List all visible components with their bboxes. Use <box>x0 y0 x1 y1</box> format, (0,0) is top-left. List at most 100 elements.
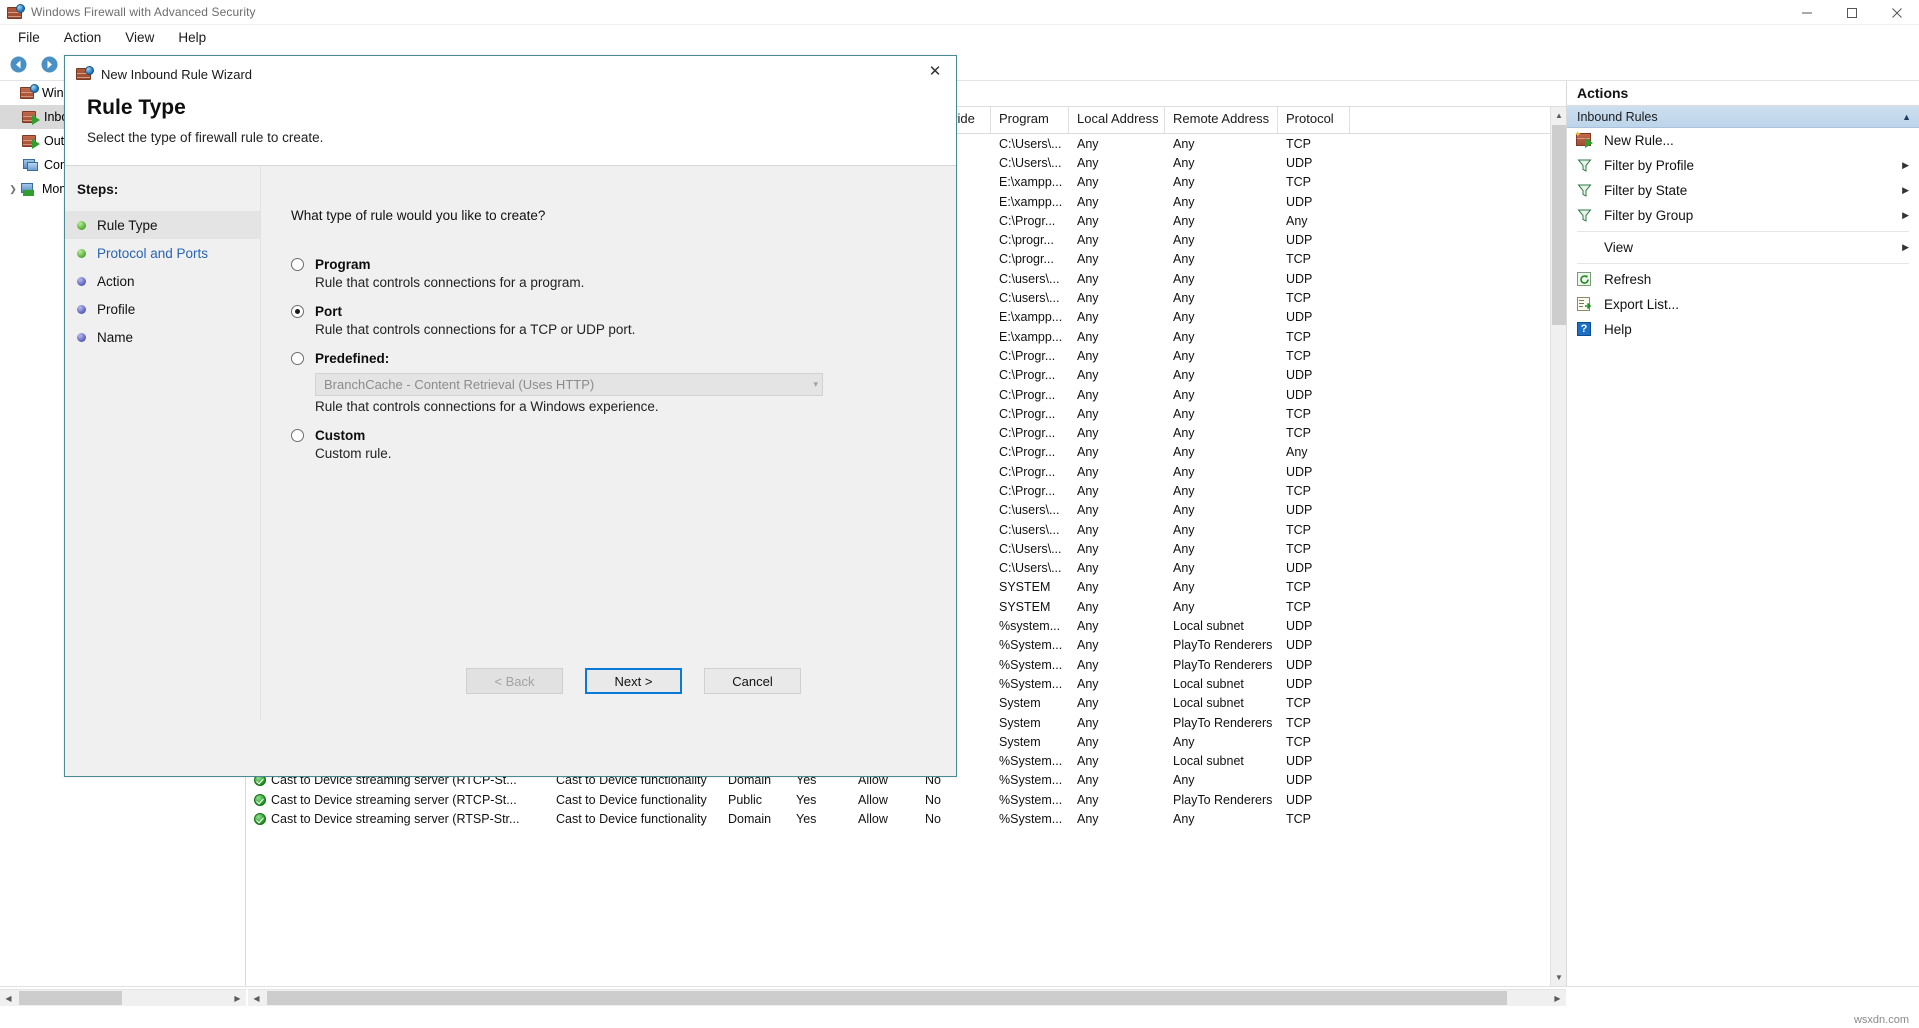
scroll-left-button[interactable]: ◀ <box>248 990 265 1007</box>
cell-program: C:\Progr... <box>991 349 1069 363</box>
column-header-remote-address[interactable]: Remote Address <box>1165 107 1278 133</box>
column-header-local-address[interactable]: Local Address <box>1069 107 1165 133</box>
scroll-up-button[interactable]: ▲ <box>1551 107 1566 124</box>
connection-security-icon <box>22 157 39 173</box>
step-label[interactable]: Protocol and Ports <box>97 246 208 261</box>
cell-remote: PlayTo Renderers <box>1165 716 1278 730</box>
cell-remote: Any <box>1165 156 1278 170</box>
cell-program: %system... <box>991 619 1069 633</box>
cell-protocol: Any <box>1278 445 1350 459</box>
radio-port[interactable] <box>291 305 304 318</box>
table-row[interactable]: Cast to Device streaming server (RTCP-St… <box>246 790 1566 809</box>
wizard-step-action[interactable]: Action <box>65 267 260 295</box>
minimize-button[interactable] <box>1784 0 1829 25</box>
action-label: Help <box>1604 322 1909 337</box>
cell-local: Any <box>1069 716 1165 730</box>
action-label: Filter by State <box>1604 183 1902 198</box>
cell-remote: PlayTo Renderers <box>1165 638 1278 652</box>
window-controls <box>1784 0 1919 25</box>
help-icon: ? <box>1575 321 1597 338</box>
option-description: Rule that controls connections for a Win… <box>315 399 956 414</box>
dialog-close-button[interactable]: ✕ <box>914 56 956 86</box>
cell-protocol: TCP <box>1278 716 1350 730</box>
cell-protocol: UDP <box>1278 503 1350 517</box>
cell-remote: Any <box>1165 465 1278 479</box>
actions-group-inbound-rules[interactable]: Inbound Rules ▲ <box>1567 106 1919 128</box>
column-header-protocol[interactable]: Protocol <box>1278 107 1350 133</box>
monitoring-icon <box>20 181 37 197</box>
cell-protocol: UDP <box>1278 773 1350 787</box>
action-filter-by-state[interactable]: Filter by State ▶ <box>1567 178 1919 203</box>
menu-file[interactable]: File <box>6 27 52 48</box>
action-filter-by-group[interactable]: Filter by Group ▶ <box>1567 203 1919 228</box>
cell-local: Any <box>1069 484 1165 498</box>
tree-horizontal-scrollbar[interactable]: ◀ ▶ <box>0 989 246 1006</box>
cancel-button[interactable]: Cancel <box>704 668 801 694</box>
wizard-step-rule-type[interactable]: Rule Type <box>65 211 260 239</box>
actions-divider <box>1577 231 1909 232</box>
table-row[interactable]: Cast to Device streaming server (RTSP-St… <box>246 809 1566 828</box>
forward-arrow-icon[interactable] <box>37 52 62 77</box>
action-refresh[interactable]: Refresh <box>1567 267 1919 292</box>
action-export-list[interactable]: Export List... <box>1567 292 1919 317</box>
collapse-chevron-icon[interactable]: ▲ <box>1902 112 1911 122</box>
rules-vertical-scrollbar[interactable]: ▲ ▼ <box>1550 107 1566 986</box>
cell-program: C:\Users\... <box>991 561 1069 575</box>
option-description: Custom rule. <box>315 446 956 461</box>
menu-help[interactable]: Help <box>166 27 218 48</box>
cell-program: E:\xampp... <box>991 310 1069 324</box>
back-button[interactable]: < Back <box>466 668 563 694</box>
back-arrow-icon[interactable] <box>6 52 31 77</box>
cell-program: C:\Users\... <box>991 156 1069 170</box>
menu-action[interactable]: Action <box>52 27 114 48</box>
submenu-arrow-icon: ▶ <box>1902 242 1909 253</box>
dialog-subheading: Select the type of firewall rule to crea… <box>87 130 934 145</box>
action-filter-by-profile[interactable]: Filter by Profile ▶ <box>1567 153 1919 178</box>
cell-protocol: TCP <box>1278 542 1350 556</box>
chevron-down-icon[interactable]: ▾ <box>813 379 818 390</box>
option-custom[interactable]: Custom Custom rule. <box>291 428 956 461</box>
dialog-title: New Inbound Rule Wizard <box>101 67 252 82</box>
maximize-button[interactable] <box>1829 0 1874 25</box>
cell-program: %System... <box>991 658 1069 672</box>
scroll-down-button[interactable]: ▼ <box>1551 969 1566 986</box>
scroll-track[interactable] <box>17 990 229 1007</box>
scroll-track[interactable] <box>265 990 1549 1007</box>
enabled-check-icon <box>254 794 266 806</box>
wizard-step-name[interactable]: Name <box>65 323 260 351</box>
scroll-right-button[interactable]: ▶ <box>1549 990 1566 1007</box>
action-new-rule[interactable]: ✦ New Rule... <box>1567 128 1919 153</box>
cell-remote: Any <box>1165 272 1278 286</box>
cell-protocol: UDP <box>1278 658 1350 672</box>
chevron-right-icon[interactable]: ❯ <box>6 184 20 195</box>
action-view[interactable]: View ▶ <box>1567 235 1919 260</box>
close-button[interactable] <box>1874 0 1919 25</box>
submenu-arrow-icon: ▶ <box>1902 185 1909 196</box>
radio-custom[interactable] <box>291 429 304 442</box>
rules-horizontal-scrollbar[interactable]: ◀ ▶ <box>248 989 1566 1006</box>
cell-group: Cast to Device functionality <box>548 793 720 807</box>
predefined-rule-dropdown[interactable]: BranchCache - Content Retrieval (Uses HT… <box>315 373 823 396</box>
option-predefined[interactable]: Predefined: BranchCache - Content Retrie… <box>291 351 956 414</box>
action-help[interactable]: ? Help <box>1567 317 1919 342</box>
scroll-right-button[interactable]: ▶ <box>229 990 246 1007</box>
scrollbar-thumb[interactable] <box>1552 125 1566 325</box>
option-program[interactable]: Program Rule that controls connections f… <box>291 257 956 290</box>
inbound-rules-icon <box>22 109 39 125</box>
cell-protocol: TCP <box>1278 407 1350 421</box>
next-button[interactable]: Next > <box>585 668 682 694</box>
scrollbar-thumb[interactable] <box>19 991 122 1005</box>
scrollbar-thumb[interactable] <box>267 991 1507 1005</box>
radio-program[interactable] <box>291 258 304 271</box>
wizard-step-protocol-and-ports[interactable]: Protocol and Ports <box>65 239 260 267</box>
scroll-left-button[interactable]: ◀ <box>0 990 17 1007</box>
cell-program: C:\Progr... <box>991 426 1069 440</box>
wizard-step-profile[interactable]: Profile <box>65 295 260 323</box>
radio-predefined[interactable] <box>291 352 304 365</box>
funnel-icon <box>1575 157 1597 174</box>
option-port[interactable]: Port Rule that controls connections for … <box>291 304 956 337</box>
cell-remote: Any <box>1165 600 1278 614</box>
column-header-program[interactable]: Program <box>991 107 1069 133</box>
firewall-globe-icon <box>7 4 24 21</box>
menu-view[interactable]: View <box>113 27 166 48</box>
